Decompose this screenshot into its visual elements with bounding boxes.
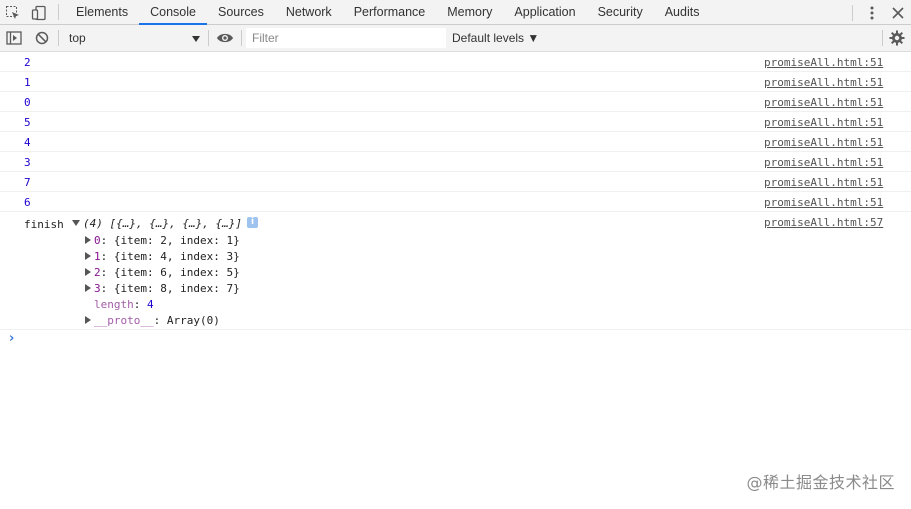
toolbar-divider xyxy=(241,30,242,46)
console-message: 7 promiseAll.html:51 xyxy=(0,172,911,192)
array-entry[interactable]: 2: {item: 6, index: 5} xyxy=(85,265,240,281)
entry-value: {item: 8, index: 7} xyxy=(113,282,240,295)
entry-key: 1 xyxy=(94,250,101,263)
entry-value: {item: 4, index: 3} xyxy=(113,250,240,263)
proto-key: __proto__ xyxy=(94,314,154,327)
tab-elements[interactable]: Elements xyxy=(65,0,139,24)
array-summary[interactable]: (4) [{…}, {…}, {…}, {…}] xyxy=(83,217,242,230)
console-message: 4 promiseAll.html:51 xyxy=(0,132,911,152)
entry-key: 2 xyxy=(94,266,101,279)
source-link[interactable]: promiseAll.html:51 xyxy=(764,76,883,89)
array-entry[interactable]: 3: {item: 8, index: 7} xyxy=(85,281,240,297)
tab-network[interactable]: Network xyxy=(275,0,343,24)
console-message: 5 promiseAll.html:51 xyxy=(0,112,911,132)
tab-memory[interactable]: Memory xyxy=(436,0,503,24)
console-toolbar: top Default levels ▼ xyxy=(0,25,911,52)
source-link[interactable]: promiseAll.html:51 xyxy=(764,116,883,129)
proto-value: Array(0) xyxy=(166,314,220,327)
array-entry[interactable]: 1: {item: 4, index: 3} xyxy=(85,249,240,265)
entry-key: 0 xyxy=(94,234,101,247)
context-selector[interactable]: top xyxy=(61,28,206,48)
sidebar-toggle-icon[interactable] xyxy=(0,25,28,51)
log-value: 6 xyxy=(24,196,31,209)
tab-audits[interactable]: Audits xyxy=(654,0,711,24)
source-link[interactable]: promiseAll.html:51 xyxy=(764,156,883,169)
source-link[interactable]: promiseAll.html:51 xyxy=(764,96,883,109)
expand-triangle-icon[interactable] xyxy=(85,236,91,244)
toolbar-divider xyxy=(58,4,59,20)
entry-value: {item: 2, index: 1} xyxy=(113,234,240,247)
close-icon[interactable] xyxy=(885,0,911,25)
expand-triangle-icon[interactable] xyxy=(85,284,91,292)
log-levels-dropdown[interactable]: Default levels ▼ xyxy=(452,31,539,45)
array-length: length: 4 xyxy=(94,298,154,311)
log-value: 5 xyxy=(24,116,31,129)
length-key: length xyxy=(94,298,134,311)
filter-field[interactable] xyxy=(246,28,446,48)
toolbar-divider xyxy=(852,4,853,21)
gear-icon[interactable] xyxy=(887,28,907,48)
console-message: 6 promiseAll.html:51 xyxy=(0,192,911,212)
array-entry[interactable]: 0: {item: 2, index: 1} xyxy=(85,233,240,249)
log-value: 0 xyxy=(24,96,31,109)
source-link[interactable]: promiseAll.html:51 xyxy=(764,56,883,69)
expand-triangle-icon[interactable] xyxy=(85,268,91,276)
tab-console[interactable]: Console xyxy=(139,0,207,25)
console-message-finish: finish (4) [{…}, {…}, {…}, {…}] i promis… xyxy=(0,212,911,330)
panel-tabs: Elements Console Sources Network Perform… xyxy=(65,0,711,25)
tab-security[interactable]: Security xyxy=(587,0,654,24)
log-label: finish xyxy=(24,218,64,231)
console-log: 2 promiseAll.html:51 1 promiseAll.html:5… xyxy=(0,52,911,350)
toolbar-divider xyxy=(58,30,59,46)
log-value: 1 xyxy=(24,76,31,89)
log-value: 7 xyxy=(24,176,31,189)
device-toolbar-icon[interactable] xyxy=(26,0,52,25)
info-icon[interactable]: i xyxy=(247,217,258,228)
context-selector-value: top xyxy=(69,31,86,45)
log-value: 4 xyxy=(24,136,31,149)
devtools-tab-bar: Elements Console Sources Network Perform… xyxy=(0,0,911,25)
expand-triangle-icon[interactable] xyxy=(85,316,91,324)
tab-performance[interactable]: Performance xyxy=(343,0,437,24)
inspect-element-icon[interactable] xyxy=(0,0,26,25)
source-link[interactable]: promiseAll.html:51 xyxy=(764,176,883,189)
array-proto[interactable]: __proto__: Array(0) xyxy=(85,313,220,329)
console-prompt[interactable]: › xyxy=(0,330,911,350)
dropdown-arrow-icon xyxy=(192,31,200,45)
length-value: 4 xyxy=(147,298,154,311)
tab-application[interactable]: Application xyxy=(503,0,586,24)
source-link[interactable]: promiseAll.html:51 xyxy=(764,196,883,209)
live-expression-eye-icon[interactable] xyxy=(211,25,239,51)
entry-value: {item: 6, index: 5} xyxy=(113,266,240,279)
console-message: 3 promiseAll.html:51 xyxy=(0,152,911,172)
prompt-chevron-icon: › xyxy=(9,331,15,346)
console-message: 0 promiseAll.html:51 xyxy=(0,92,911,112)
tab-sources[interactable]: Sources xyxy=(207,0,275,24)
tab-bar-actions xyxy=(846,0,911,25)
toolbar-divider xyxy=(882,30,883,46)
console-message: 1 promiseAll.html:51 xyxy=(0,72,911,92)
log-value: 2 xyxy=(24,56,31,69)
collapse-triangle-icon[interactable] xyxy=(72,220,80,226)
clear-console-icon[interactable] xyxy=(28,25,56,51)
log-value: 3 xyxy=(24,156,31,169)
toolbar-divider xyxy=(208,30,209,46)
source-link[interactable]: promiseAll.html:51 xyxy=(764,136,883,149)
watermark: @稀土掘金技术社区 xyxy=(746,473,895,492)
filter-input[interactable] xyxy=(252,31,442,45)
source-link[interactable]: promiseAll.html:57 xyxy=(764,216,883,229)
more-menu-icon[interactable] xyxy=(859,0,885,25)
console-message: 2 promiseAll.html:51 xyxy=(0,52,911,72)
expand-triangle-icon[interactable] xyxy=(85,252,91,260)
entry-key: 3 xyxy=(94,282,101,295)
